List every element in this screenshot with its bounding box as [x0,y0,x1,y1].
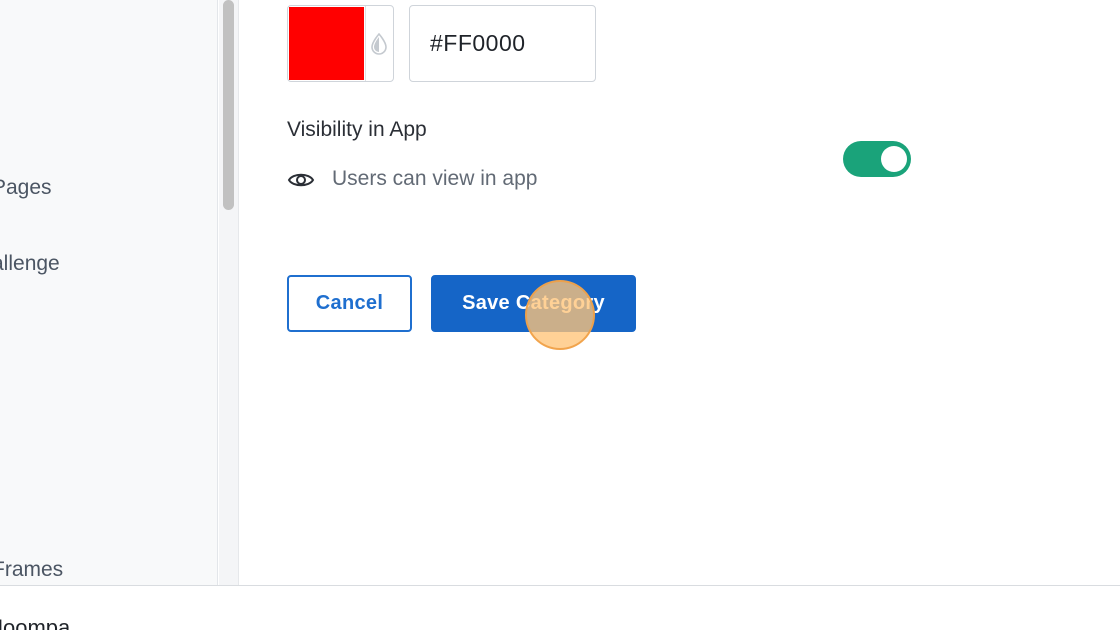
sidebar-item-frames[interactable]: Frames [0,558,63,582]
scrollbar-thumb[interactable] [223,0,234,210]
visibility-description: Users can view in app [332,167,538,190]
sidebar-item-challenge[interactable]: allenge [0,252,60,276]
cancel-button[interactable]: Cancel [287,275,412,332]
color-picker-button[interactable] [287,5,394,82]
visibility-toggle[interactable] [843,141,911,177]
category-form: Visibility in App Users can view in app … [240,0,1120,585]
eye-icon [287,173,315,187]
droplet-icon [371,33,387,55]
toggle-knob [881,146,907,172]
footer-label: Joompa [0,615,71,630]
footer-bar: Joompa [0,585,1120,630]
sidebar-item-pages[interactable]: Pages [0,176,52,200]
sidebar: Pages allenge Frames [0,0,218,585]
swatch-divider [365,6,366,81]
visibility-title: Visibility in App [287,118,427,141]
hex-color-input[interactable] [409,5,596,82]
save-category-button[interactable]: Save Category [431,275,636,332]
color-swatch [289,7,364,80]
sidebar-scrollbar[interactable] [219,0,239,585]
